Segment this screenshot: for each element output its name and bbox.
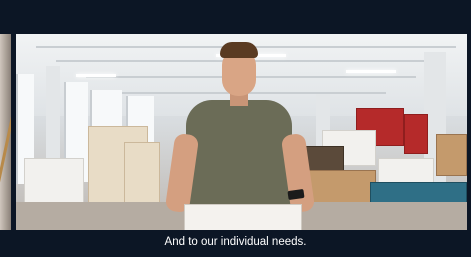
video-subtitle: And to our individual needs.: [164, 236, 307, 248]
video-player[interactable]: [16, 34, 467, 230]
presenter: [164, 42, 326, 230]
presenter-shirt: [186, 100, 292, 220]
box-stack: [436, 134, 467, 176]
video-carousel: And to our individual needs.: [0, 0, 471, 257]
red-shelf: [404, 114, 428, 154]
presenter-hair: [220, 42, 258, 58]
held-box: [184, 204, 302, 230]
previous-slide-thumbnail[interactable]: [0, 34, 11, 230]
previous-slide-detail: [0, 94, 11, 214]
